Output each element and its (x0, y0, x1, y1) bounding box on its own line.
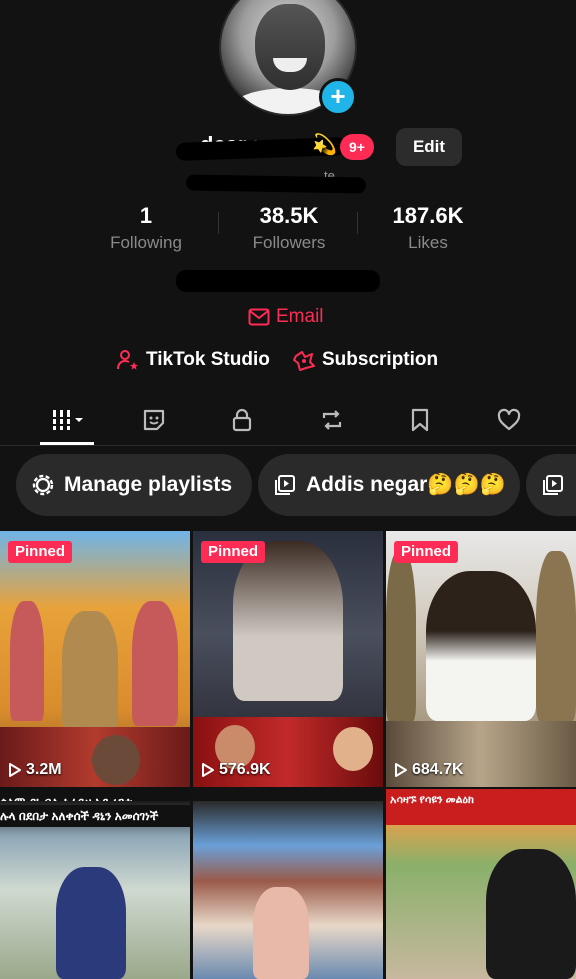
thumbnail-headshot (92, 735, 140, 785)
profile-tabs (0, 396, 576, 446)
play-icon (395, 763, 407, 777)
likes-count: 187.6K (392, 203, 464, 228)
stat-divider (218, 212, 219, 234)
stat-divider (357, 212, 358, 234)
video-caption: ሉላ በደበታ አለቀሰች ዳኒን አመሰገነች (0, 805, 190, 827)
subscription-link[interactable]: Subscription (292, 348, 438, 372)
likes-label: Likes (408, 233, 448, 252)
redaction-scribble-2 (185, 174, 367, 194)
playlist-chips: Manage playlists Addis negar🤔🤔🤔 (0, 454, 576, 516)
subscription-icon (293, 351, 315, 371)
thumbnail-person (253, 887, 309, 979)
manage-playlists-label: Manage playlists (64, 473, 233, 496)
edit-profile-button[interactable]: Edit (396, 128, 462, 166)
thumbnail-person (132, 601, 178, 726)
video-thumbnail[interactable]: Pinned 3.2M (0, 531, 190, 787)
thumbnail-person (536, 551, 576, 721)
bio-redaction (176, 270, 380, 292)
profile-stats: 1 Following 38.5K Followers 187.6K Likes (0, 203, 576, 253)
view-count-value: 576.9K (219, 761, 271, 778)
followers-label: Followers (252, 233, 326, 252)
tab-liked[interactable] (489, 402, 529, 438)
tab-videos[interactable] (46, 402, 86, 438)
profile-actions: TikTok Studio Subscription (0, 348, 576, 378)
video-thumbnail[interactable] (193, 801, 383, 979)
tiktok-studio-link[interactable]: TikTok Studio (116, 348, 270, 372)
thumbnail-person (62, 611, 118, 731)
person-star-icon (117, 350, 138, 370)
video-thumbnail[interactable]: Pinned 576.9K (193, 531, 383, 787)
tab-private[interactable] (222, 402, 262, 438)
thumbnail-person (426, 571, 536, 721)
settings-gear-icon (32, 474, 54, 496)
view-count: 684.7K (394, 761, 464, 779)
mail-icon (248, 308, 270, 326)
thumbnail-person (10, 601, 44, 721)
video-thumbnail[interactable]: ሉላ በደበታ አለቀሰች ዳኒን አመሰገነች (0, 801, 190, 979)
avatar-face (255, 4, 325, 90)
video-caption: አሳዛኙ የሳዩን መልዕክ (386, 789, 576, 825)
playlist-chip[interactable]: Addis negar🤔🤔🤔 (258, 454, 520, 516)
sticker-icon (143, 409, 165, 431)
thumbnail-person (233, 541, 343, 701)
tab-stickers[interactable] (134, 402, 174, 438)
video-grid: Pinned 3.2M ሰላም ዳኒ በሊ ነራይዘ አድረጋተ Pinned … (0, 531, 576, 979)
following-count: 1 (139, 203, 153, 228)
subscription-label: Subscription (322, 349, 439, 370)
view-count: 576.9K (201, 761, 271, 779)
view-count-value: 3.2M (26, 761, 62, 778)
view-count: 3.2M (8, 761, 62, 779)
sparkle-emoji: 💫 (312, 134, 337, 156)
play-icon (9, 763, 21, 777)
pinned-badge: Pinned (8, 541, 73, 563)
thumbnail-headshot (333, 727, 373, 771)
stat-following[interactable]: 1 Following (76, 203, 216, 253)
notification-badge[interactable]: 9+ (340, 134, 374, 160)
video-thumbnail[interactable]: Pinned 684.7K (386, 531, 576, 787)
playlist-chip-more[interactable] (526, 454, 576, 516)
tiktok-studio-label: TikTok Studio (146, 349, 270, 370)
stat-likes[interactable]: 187.6K Likes (358, 203, 498, 253)
lock-icon (232, 408, 252, 432)
heart-icon (497, 408, 521, 431)
video-thumbnail[interactable]: አሳዛኙ የሳዩን መልዕክ (386, 789, 576, 979)
email-link[interactable]: Email (248, 306, 324, 328)
playlist-icon (275, 475, 295, 495)
pinned-badge: Pinned (394, 541, 459, 563)
playlist-icon (543, 475, 563, 495)
following-label: Following (110, 233, 182, 252)
repost-icon (322, 410, 342, 430)
playlist-label: Addis negar🤔🤔🤔 (306, 473, 506, 496)
thumbnail-person (56, 867, 126, 979)
thumbnail-person (386, 551, 416, 721)
tab-reposts[interactable] (312, 402, 352, 438)
thumbnail-person (486, 849, 576, 979)
manage-playlists-button[interactable]: Manage playlists (16, 454, 252, 516)
bookmark-icon (411, 408, 429, 432)
play-icon (202, 763, 214, 777)
profile-name-row: dear m 💫 9+ Edit (0, 128, 576, 166)
email-label: Email (276, 306, 324, 327)
tab-favorites[interactable] (400, 402, 440, 438)
pinned-badge: Pinned (201, 541, 266, 563)
grid-icon (51, 410, 73, 430)
active-tab-indicator (40, 442, 94, 445)
followers-count: 38.5K (259, 203, 319, 228)
avatar-container[interactable]: + (219, 0, 357, 116)
stat-followers[interactable]: 38.5K Followers (219, 203, 359, 253)
chevron-down-icon (75, 418, 83, 422)
view-count-value: 684.7K (412, 761, 464, 778)
add-avatar-plus-icon[interactable]: + (319, 78, 357, 116)
